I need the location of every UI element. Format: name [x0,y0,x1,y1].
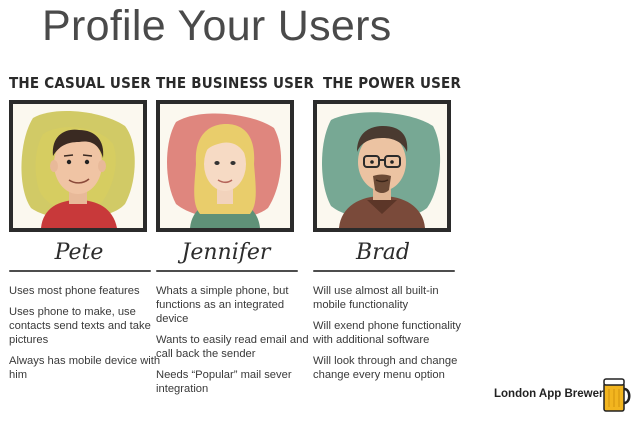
list-item: Needs “Popular” mail sever integration [156,369,292,395]
list-item: Always has mobile device with him [9,355,161,381]
portrait-frame [9,100,147,232]
portrait-frame [156,100,294,232]
list-item: Will look through and change change ever… [313,355,458,381]
brad-portrait [322,112,441,228]
brand-name: London App Brewery [494,388,610,400]
persona-points: Uses most phone features Uses phone to m… [9,284,164,389]
persona-power: THE POWER USER Brad Will use almost all … [313,72,462,381]
name-divider [313,270,455,272]
name-divider [156,270,298,272]
list-item: Will exend phone functionality with addi… [313,320,462,346]
persona-name: Jennifer [181,240,271,265]
list-item: Wants to easily read email and call back… [156,334,309,360]
persona-heading: THE POWER USER [323,74,462,92]
list-item: Uses phone to make, use contacts send te… [9,306,151,346]
persona-casual: THE CASUAL USER Pete Uses most phone fea… [9,72,160,381]
persona-heading: THE BUSINESS USER [156,74,315,92]
persona-business: THE BUSINESS USER Jennifer Whats a simpl… [156,72,315,395]
persona-points: Will use almost all built-in mobile func… [313,284,468,389]
name-divider [9,270,151,272]
list-item: Whats a simple phone, but functions as a… [156,285,289,325]
list-item: Uses most phone features [9,285,140,297]
pete-portrait [21,111,135,228]
persona-name: Brad [356,240,410,265]
portrait-frame [313,100,451,232]
persona-points: Whats a simple phone, but functions as a… [156,284,311,403]
jennifer-portrait [167,113,282,228]
page-title: Profile Your Users [42,2,392,50]
beer-mug-icon [602,377,632,413]
list-item: Will use almost all built-in mobile func… [313,285,439,311]
persona-name: Pete [54,240,104,265]
persona-heading: THE CASUAL USER [9,74,152,92]
